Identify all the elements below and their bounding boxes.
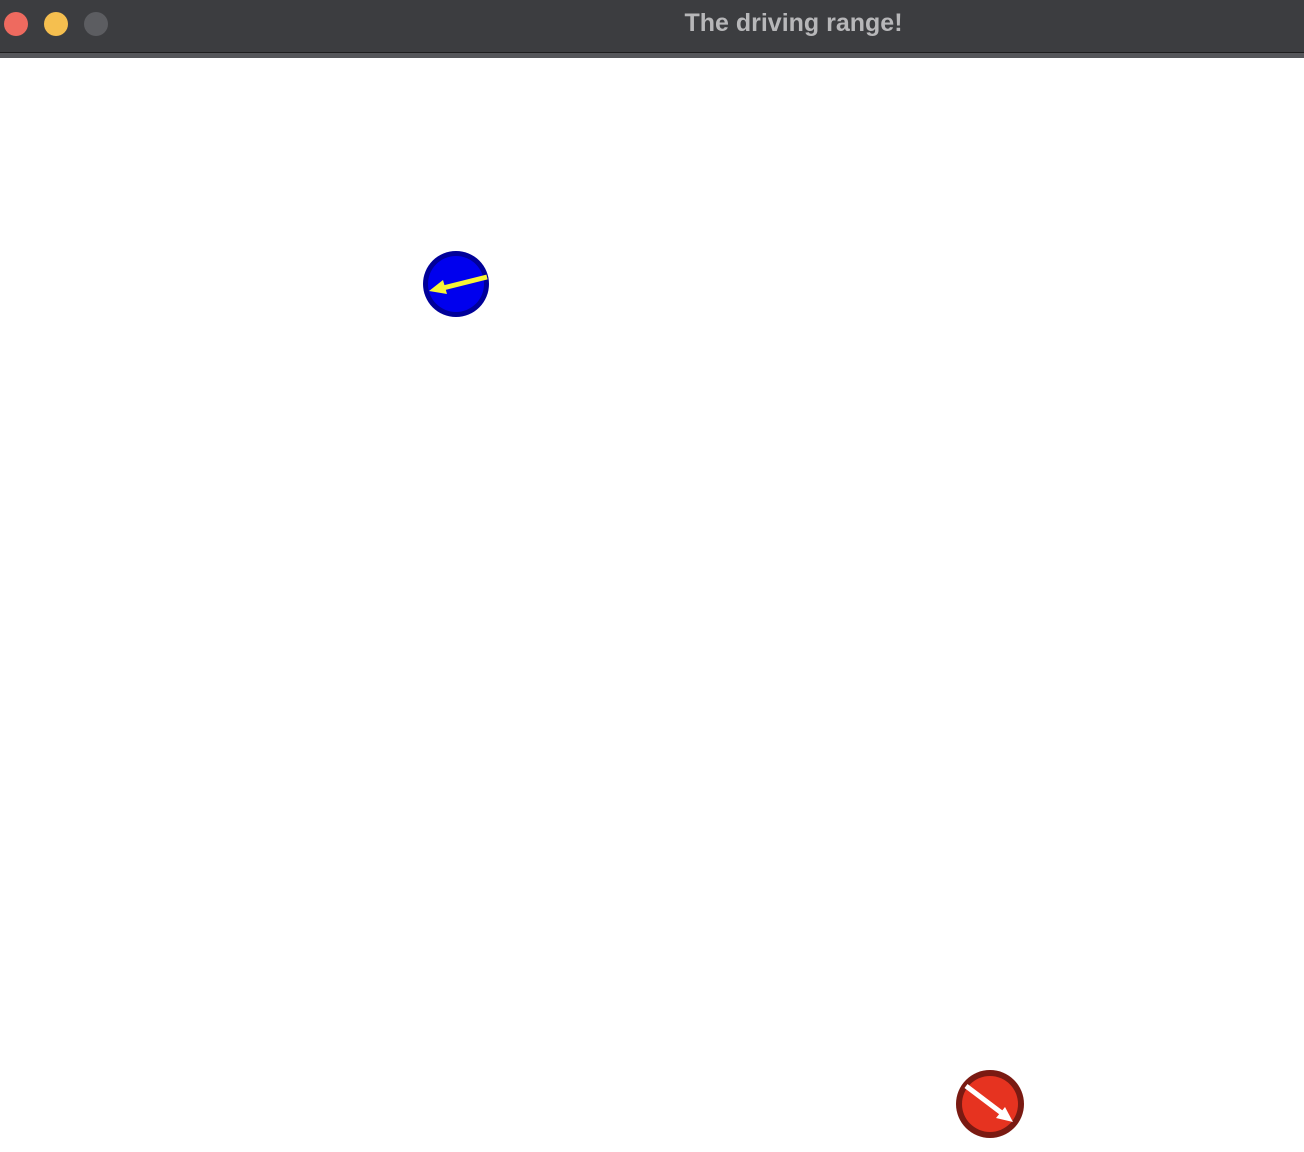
game-canvas[interactable] (0, 58, 1304, 1152)
blue-car-icon (423, 251, 489, 317)
title-bar: The driving range! (0, 0, 1304, 53)
blue-car (421, 249, 491, 319)
window-title: The driving range! (684, 9, 903, 37)
red-car (955, 1069, 1025, 1139)
red-car-icon (956, 1070, 1024, 1138)
app-window: The driving range! (0, 0, 1304, 1152)
